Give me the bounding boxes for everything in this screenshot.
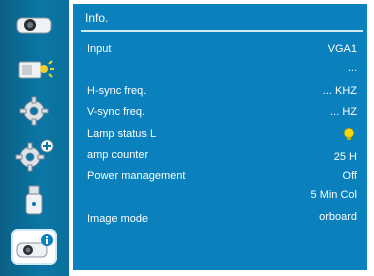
sidebar-item-setup[interactable] bbox=[11, 93, 57, 129]
lamp-bulb-icon bbox=[344, 128, 354, 140]
input-extra-value: ... bbox=[347, 62, 357, 74]
sidebar-item-info[interactable] bbox=[11, 229, 57, 265]
vsync-value: ... HZ bbox=[330, 106, 357, 118]
usb-drive-icon bbox=[25, 185, 43, 215]
info-panel: Info. Input VGA1 ... H-sync freq. ... KH… bbox=[73, 4, 367, 270]
sidebar-item-usb[interactable] bbox=[11, 183, 57, 219]
input-label: Input bbox=[87, 43, 112, 55]
sidebar-item-image[interactable] bbox=[11, 50, 57, 86]
projector-info-icon bbox=[16, 234, 53, 258]
hsync-label: H-sync freq. bbox=[87, 85, 147, 97]
menu-sidebar bbox=[0, 0, 69, 276]
image-mode-value: orboard bbox=[319, 211, 357, 223]
lamp-counter-value: 25 H bbox=[333, 151, 357, 163]
gear-plus-icon bbox=[15, 139, 54, 172]
sidebar-item-advanced[interactable] bbox=[11, 137, 57, 173]
projector-osd-screen: Info. Input VGA1 ... H-sync freq. ... KH… bbox=[0, 0, 374, 276]
power-management-value: Off bbox=[342, 170, 357, 182]
lamp-status-label: Lamp status L bbox=[87, 128, 157, 140]
input-value: VGA1 bbox=[327, 43, 357, 55]
sidebar-item-picture[interactable] bbox=[11, 6, 57, 42]
title-divider bbox=[81, 30, 363, 32]
projector-light-icon bbox=[18, 60, 54, 79]
lamp-counter-label: amp counter bbox=[87, 149, 149, 161]
image-mode-label: Image mode bbox=[87, 213, 149, 225]
hsync-value: ... KHZ bbox=[322, 85, 357, 97]
power-management-label: Power management bbox=[87, 170, 186, 182]
panel-title: Info. bbox=[85, 11, 109, 25]
power-extra-value: 5 Min Col bbox=[310, 189, 357, 201]
vsync-label: V-sync freq. bbox=[87, 106, 146, 118]
projector-icon bbox=[16, 17, 52, 34]
gear-icon bbox=[19, 96, 49, 126]
